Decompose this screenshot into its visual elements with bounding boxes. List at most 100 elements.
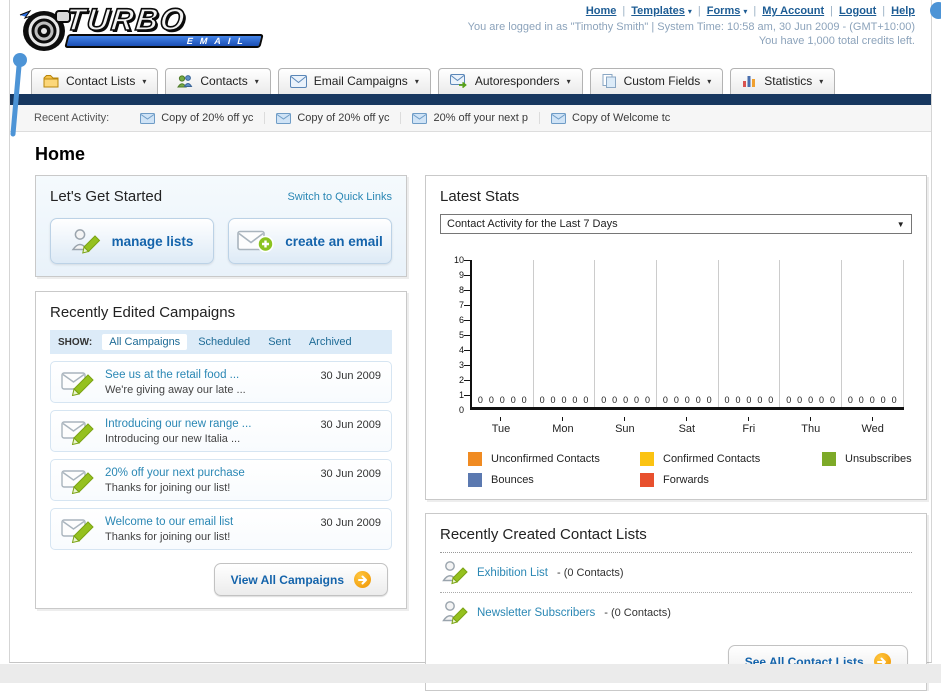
legend-label: Forwards [663, 474, 709, 486]
campaign-title-link[interactable]: See us at the retail food ... [105, 369, 310, 381]
main-nav: Contact Lists ▾ Contacts ▾ Email Campaigns ▾ A… [10, 64, 931, 94]
campaign-item[interactable]: See us at the retail food ... We're givi… [50, 361, 392, 403]
y-axis-label: 2 [458, 375, 464, 385]
logo-title: TURBO [63, 1, 189, 38]
nav-link-help[interactable]: Help [891, 5, 915, 17]
mail-icon [276, 112, 292, 124]
contacts-icon [177, 75, 193, 88]
filter-tab-all-campaigns[interactable]: All Campaigns [102, 334, 188, 350]
legend-item: Unsubscribes [822, 452, 912, 466]
bar-value-label: 0 [644, 395, 650, 405]
tab-contact-lists[interactable]: Contact Lists ▾ [31, 68, 159, 94]
campaign-title-link[interactable]: Introducing our new range ... [105, 418, 310, 430]
x-axis-label: Sat [656, 417, 718, 435]
filter-tab-archived[interactable]: Archived [302, 334, 359, 350]
contact-list-item[interactable]: Newsletter Subscribers - (0 Contacts) [440, 593, 912, 632]
tab-custom-fields[interactable]: Custom Fields ▾ [589, 68, 724, 94]
bar-value-label: 0 [623, 395, 629, 405]
logo-subtitle: EMAIL [185, 36, 252, 46]
nav-link-logout[interactable]: Logout [839, 5, 876, 17]
person-pencil-icon [71, 227, 101, 255]
chevron-down-icon: ▼ [896, 219, 905, 229]
activity-item[interactable]: Copy of 20% off yc [265, 112, 402, 124]
contact-list-detail: - (0 Contacts) [604, 606, 671, 619]
bar-value-label: 0 [539, 395, 545, 405]
y-tick [464, 380, 470, 381]
campaign-item[interactable]: Welcome to our email list Thanks for joi… [50, 508, 392, 550]
filter-tab-sent[interactable]: Sent [261, 334, 298, 350]
contact-activity-chart: 0 1 2 3 4 5 6 7 8 9 10 0 0 0 0 0 0 0 0 0 0 0 0 0 0 0 0 0 0 0 0 0 0 0 0 0 0 0 0… [440, 255, 912, 442]
campaign-item[interactable]: Introducing our new range ... Introducin… [50, 410, 392, 452]
get-started-panel: Let's Get Started Switch to Quick Links … [35, 175, 407, 277]
activity-item[interactable]: Copy of Welcome tc [540, 112, 681, 124]
bar-value-label: 0 [510, 395, 516, 405]
bar-value-label: 0 [757, 395, 763, 405]
footer [0, 664, 941, 683]
tab-contacts[interactable]: Contacts ▾ [165, 68, 271, 94]
activity-item[interactable]: 20% off your next p [401, 112, 541, 124]
autoresponders-icon [449, 74, 467, 88]
bar-value-labels: 00000 [719, 395, 780, 405]
x-axis: Tue Mon Sun Sat Fri Thu Wed [470, 417, 904, 435]
bar-value-label: 0 [499, 395, 505, 405]
bar-value-label: 0 [572, 395, 578, 405]
chart-group: 00000 [719, 260, 781, 407]
contact-list-link[interactable]: Exhibition List [477, 567, 548, 579]
tab-email-campaigns[interactable]: Email Campaigns ▾ [277, 68, 431, 94]
y-tick [464, 260, 470, 261]
chart-group: 00000 [842, 260, 904, 407]
bar-value-label: 0 [477, 395, 483, 405]
nav-link-forms[interactable]: Forms ▾ [707, 5, 748, 17]
manage-lists-button[interactable]: manage lists [50, 218, 214, 264]
stats-period-select[interactable]: Contact Activity for the Last 7 Days ▼ [440, 214, 912, 234]
campaign-filter-bar: SHOW: All Campaigns Scheduled Sent Archived [50, 330, 392, 354]
credits-status: You have 1,000 total credits left. [758, 35, 915, 47]
mail-icon [140, 112, 156, 124]
create-email-button[interactable]: create an email [228, 218, 392, 264]
view-all-campaigns-button[interactable]: View All Campaigns [213, 563, 388, 596]
bar-value-label: 0 [880, 395, 886, 405]
y-tick [464, 275, 470, 276]
activity-item[interactable]: Copy of 20% off yc [129, 112, 266, 124]
chevron-down-icon: ▾ [819, 76, 824, 86]
y-axis-label: 1 [458, 390, 464, 400]
bar-value-label: 0 [724, 395, 730, 405]
legend-label: Unsubscribes [845, 453, 912, 465]
contact-list-item[interactable]: Exhibition List - (0 Contacts) [440, 553, 912, 593]
person-pencil-icon [442, 561, 468, 585]
legend-label: Unconfirmed Contacts [491, 453, 600, 465]
bar-value-label: 0 [768, 395, 774, 405]
tab-label: Contact Lists [66, 74, 136, 88]
tab-autoresponders[interactable]: Autoresponders ▾ [437, 68, 583, 94]
separator: | [622, 5, 626, 17]
nav-link-templates[interactable]: Templates ▾ [631, 5, 692, 17]
envelope-pencil-icon [61, 519, 94, 543]
custom-fields-icon [602, 74, 616, 88]
nav-link-home[interactable]: Home [586, 5, 617, 17]
campaign-date: 30 Jun 2009 [320, 517, 381, 529]
bar-value-label: 0 [521, 395, 527, 405]
create-email-label: create an email [285, 233, 383, 249]
bar-value-label: 0 [735, 395, 741, 405]
campaign-title-link[interactable]: 20% off your next purchase [105, 467, 310, 479]
contact-list-link[interactable]: Newsletter Subscribers [477, 607, 595, 619]
bar-value-label: 0 [695, 395, 701, 405]
campaign-item[interactable]: 20% off your next purchase Thanks for jo… [50, 459, 392, 501]
y-axis-label: 4 [458, 345, 464, 355]
bar-value-label: 0 [550, 395, 556, 405]
chart-plot-area: 00000000000000000000000000000000000 [464, 260, 904, 410]
campaign-date: 30 Jun 2009 [320, 370, 381, 382]
help-bubble-icon[interactable] [930, 2, 941, 19]
chart-legend: Unconfirmed Contacts Confirmed Contacts Un… [440, 452, 912, 487]
legend-swatch [822, 452, 836, 466]
chart-group: 00000 [657, 260, 719, 407]
legend-swatch [468, 452, 482, 466]
nav-link-my-account[interactable]: My Account [762, 5, 824, 17]
filter-tab-scheduled[interactable]: Scheduled [191, 334, 257, 350]
tab-statistics[interactable]: Statistics ▾ [730, 68, 836, 94]
bar-value-label: 0 [746, 395, 752, 405]
arrow-right-icon [354, 571, 371, 588]
switch-quick-links-link[interactable]: Switch to Quick Links [287, 191, 392, 203]
campaign-title-link[interactable]: Welcome to our email list [105, 516, 310, 528]
envelope-plus-icon [237, 230, 274, 253]
